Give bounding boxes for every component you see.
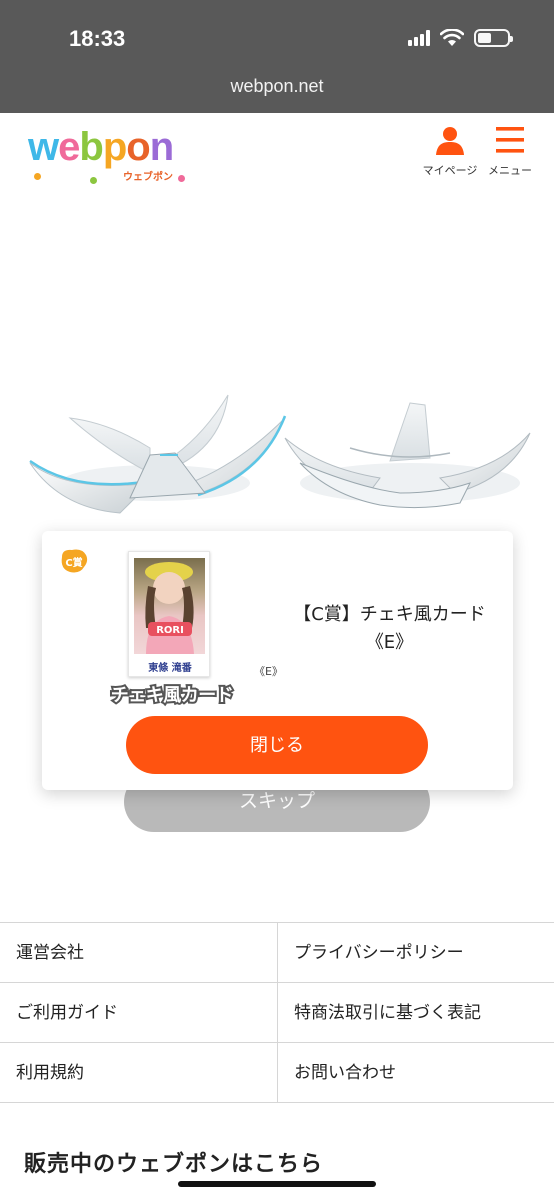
cellular-signal-icon (408, 30, 430, 46)
card-name-label: チェキ風カード (109, 683, 236, 708)
status-icons (408, 29, 513, 47)
prize-title-line2: 《E》 (365, 632, 414, 653)
menu-label: メニュー (488, 164, 532, 177)
mypage-button[interactable]: マイページ (420, 125, 480, 178)
cheki-card-thumbnail[interactable]: RORI 東條 滝番 (128, 551, 210, 677)
footer-link-contact[interactable]: お問い合わせ (277, 1043, 554, 1103)
battery-level (478, 33, 491, 43)
footer-link-company[interactable]: 運営会社 (0, 923, 277, 983)
menu-button[interactable]: メニュー (480, 125, 540, 178)
character-illustration: RORI (145, 562, 194, 654)
capsule-left (29, 394, 287, 514)
footer-row: 運営会社 プライバシーポリシー (0, 923, 554, 983)
home-indicator[interactable] (178, 1181, 376, 1187)
logo-dot (34, 173, 41, 180)
sale-section-heading: 販売中のウェブポンはこちら (24, 1152, 324, 1177)
wifi-icon (440, 29, 464, 46)
status-time: 18:33 (69, 26, 126, 51)
logo-wordmark: webpon (28, 125, 174, 169)
prize-title-line1: 【C賞】チェキ風カード (293, 604, 486, 625)
logo-dot (178, 175, 185, 182)
battery-icon (474, 29, 513, 47)
footer-links: 運営会社 プライバシーポリシー ご利用ガイド 特商法取引に基づく表記 利用規約 … (0, 922, 554, 1103)
footer-row: ご利用ガイド 特商法取引に基づく表記 (0, 983, 554, 1043)
hamburger-menu-icon (496, 127, 524, 153)
mypage-label: マイページ (422, 164, 478, 177)
badge-text: C賞 (65, 556, 82, 569)
site-header: webpon ウェブポン マイページ メニュー (0, 113, 554, 193)
card-caption: 東條 滝番 (148, 663, 192, 674)
c-prize-badge-icon: C賞 (61, 549, 88, 573)
close-button[interactable]: 閉じる (126, 716, 428, 774)
capsule-right (284, 402, 531, 509)
prize-result-modal: C賞 RORI 東條 滝番 チェキ風カード 《E》 【C賞】チェキ風カード 《E… (42, 531, 513, 790)
shirt-text: RORI (156, 625, 184, 636)
footer-link-terms[interactable]: 利用規約 (0, 1043, 277, 1103)
webpon-logo[interactable]: webpon ウェブポン (28, 125, 198, 185)
prize-title: 【C賞】チェキ風カード 《E》 (282, 601, 497, 657)
card-photo: RORI (134, 558, 205, 654)
logo-subtext: ウェブポン (123, 172, 173, 183)
footer-link-commerce-law[interactable]: 特商法取引に基づく表記 (277, 983, 554, 1043)
url-bar[interactable]: webpon.net (0, 76, 554, 97)
footer-link-privacy-policy[interactable]: プライバシーポリシー (277, 923, 554, 983)
footer-link-guide[interactable]: ご利用ガイド (0, 983, 277, 1043)
user-icon (436, 127, 464, 155)
browser-top-bar: 18:33 webpon.net (0, 0, 554, 113)
footer-row: 利用規約 お問い合わせ (0, 1043, 554, 1103)
logo-dot (90, 177, 97, 184)
card-variant-small: 《E》 (254, 665, 283, 678)
